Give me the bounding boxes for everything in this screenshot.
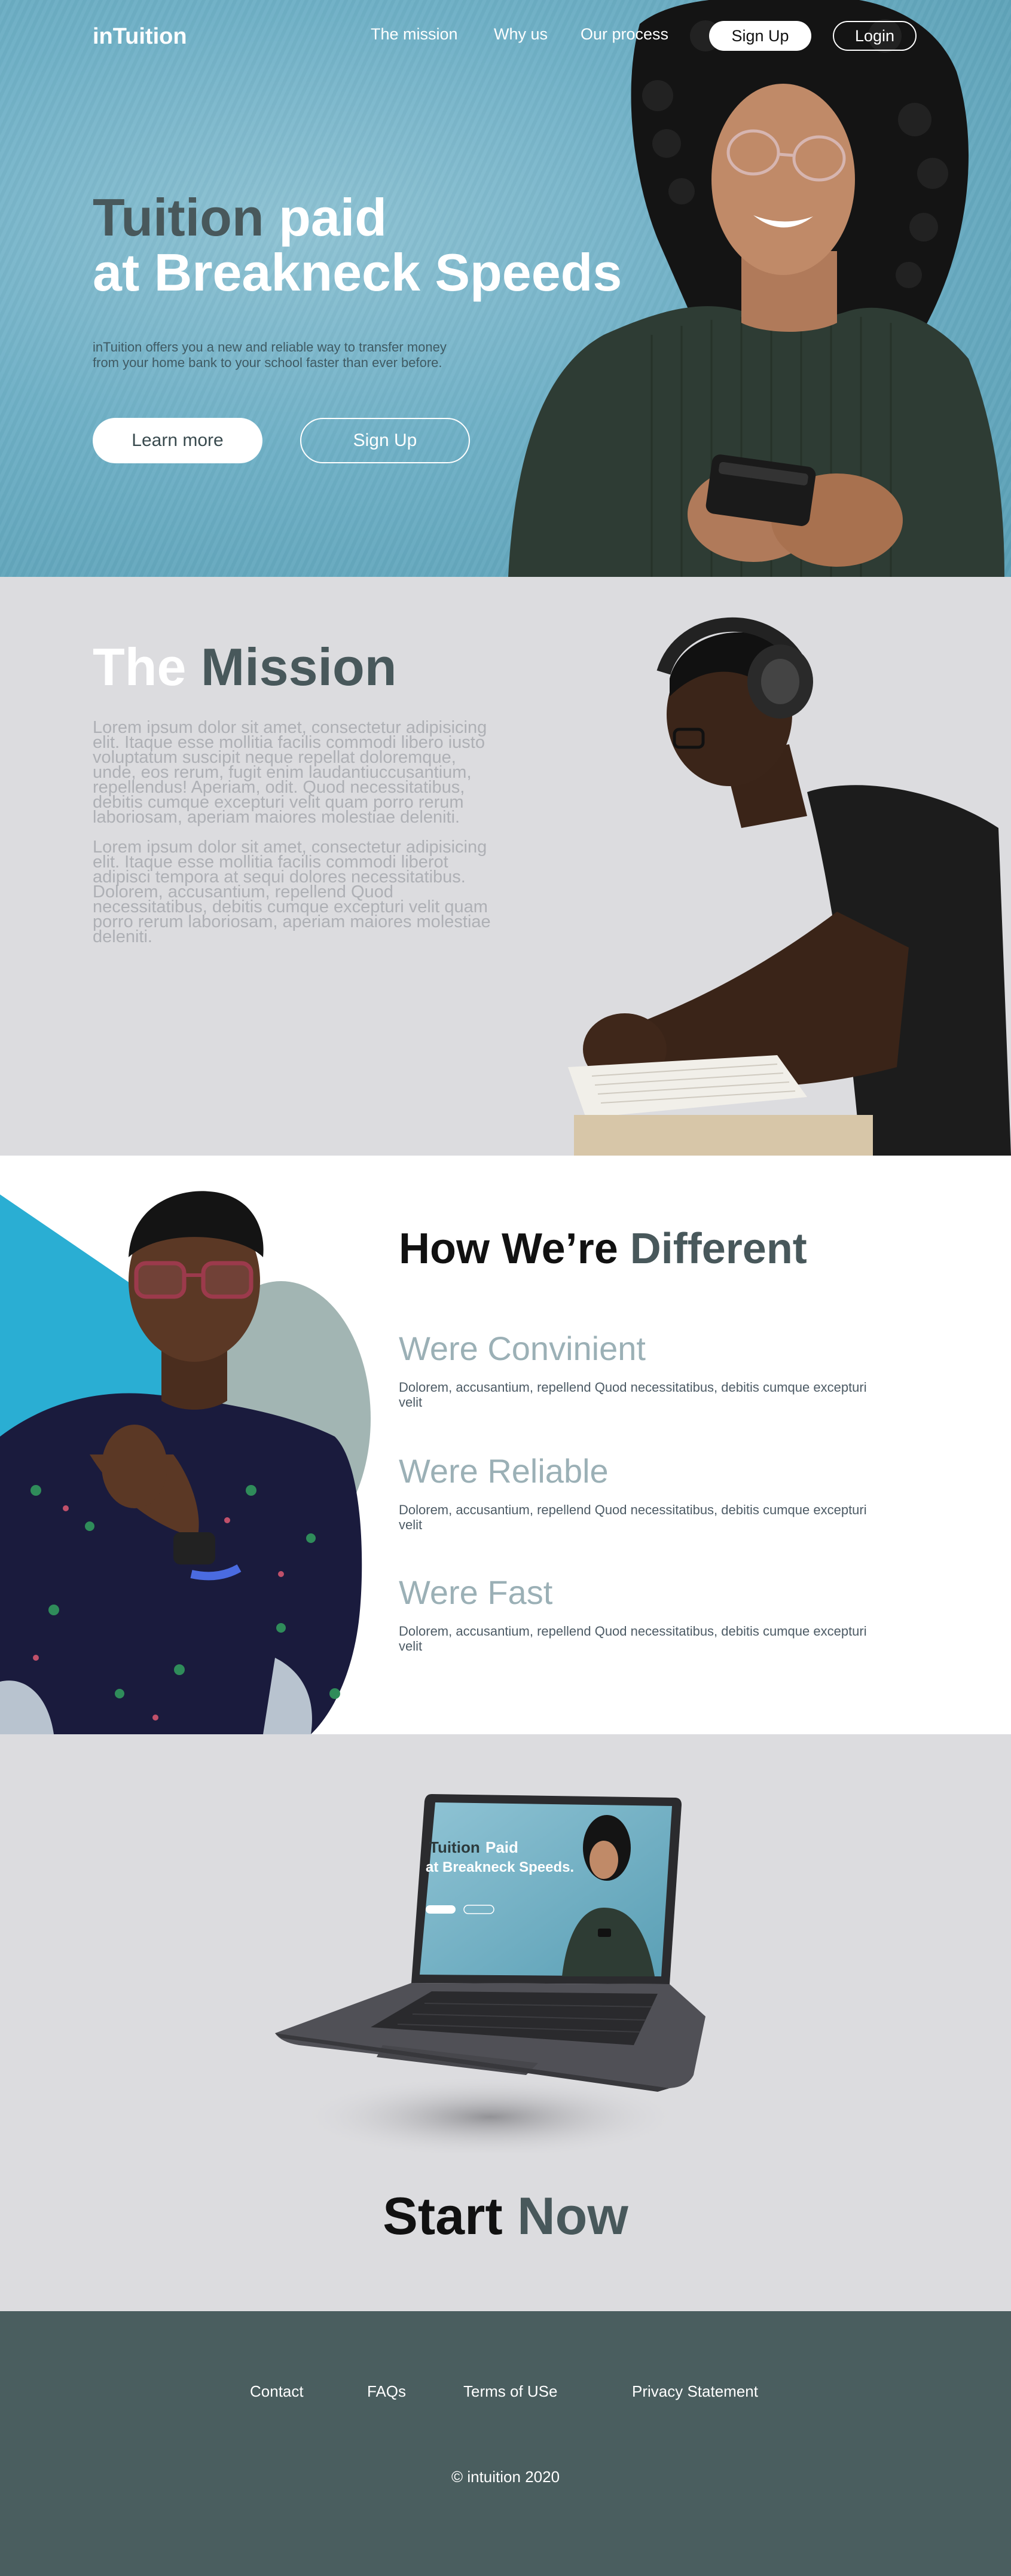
different-section: How We’re Different Were Convinient Dolo… bbox=[0, 1156, 1011, 1734]
hero-subtitle: inTuition offers you a new and reliable … bbox=[93, 340, 447, 370]
mission-title-mission: Mission bbox=[200, 637, 397, 696]
footer-link-contact[interactable]: Contact bbox=[250, 2382, 304, 2401]
header-signup-button[interactable]: Sign Up bbox=[709, 21, 811, 51]
feature-text-fast: Dolorem, accusantium, repellend Quod nec… bbox=[399, 1624, 867, 1654]
mission-section: The Mission Lorem ipsum dolor sit amet, … bbox=[0, 577, 1011, 1156]
nav-link-mission[interactable]: The mission bbox=[371, 25, 458, 44]
mission-man-headphones-photo bbox=[568, 618, 1011, 1156]
feature-title-convenient: Were Convinient bbox=[399, 1330, 646, 1367]
footer: Contact FAQs Terms of USe Privacy Statem… bbox=[0, 2311, 1011, 2576]
hero-title-tuition: Tuition bbox=[93, 188, 264, 247]
different-title: How We’re Different bbox=[399, 1224, 807, 1273]
footer-link-terms[interactable]: Terms of USe bbox=[463, 2382, 558, 2401]
learn-more-button[interactable]: Learn more bbox=[93, 418, 262, 463]
different-man-glasses-photo bbox=[0, 1191, 371, 1734]
start-now-title[interactable]: Start Now bbox=[0, 2186, 1011, 2247]
start-title-dark: Start bbox=[383, 2186, 503, 2245]
different-title-dark: How We’re bbox=[399, 1225, 618, 1273]
mission-paragraph-2: Lorem ipsum dolor sit amet, consectetur … bbox=[93, 838, 491, 946]
start-title-accent: Now bbox=[517, 2186, 628, 2245]
feature-text-reliable: Dolorem, accusantium, repellend Quod nec… bbox=[399, 1502, 867, 1532]
footer-link-privacy[interactable]: Privacy Statement bbox=[632, 2382, 758, 2401]
mission-title: The Mission bbox=[93, 637, 397, 698]
feature-title-fast: Were Fast bbox=[399, 1573, 553, 1611]
laptop-screen-title-line2: at Breakneck Speeds. bbox=[426, 1859, 574, 1875]
footer-link-faqs[interactable]: FAQs bbox=[367, 2382, 406, 2401]
laptop-screen-title-tuition: Tuition bbox=[429, 1838, 480, 1856]
hero-title: Tuition paid at Breakneck Speeds bbox=[93, 190, 622, 300]
start-now-section: Tuition Paid at Breakneck Speeds. Start … bbox=[0, 1734, 1011, 2311]
hero-title-line2: at Breakneck Speeds bbox=[93, 243, 622, 302]
nav-link-our-process[interactable]: Our process bbox=[581, 25, 668, 44]
laptop-mockup: Tuition Paid at Breakneck Speeds. bbox=[275, 1794, 705, 2153]
mission-paragraph-1: Lorem ipsum dolor sit amet, consectetur … bbox=[93, 718, 487, 827]
hero-title-paid: paid bbox=[279, 188, 387, 247]
nav-link-why-us[interactable]: Why us bbox=[494, 25, 548, 44]
header-login-button[interactable]: Login bbox=[833, 21, 917, 51]
hero-signup-button[interactable]: Sign Up bbox=[300, 418, 470, 463]
hero-section: inTuition The mission Why us Our process… bbox=[0, 0, 1011, 577]
feature-text-convenient: Dolorem, accusantium, repellend Quod nec… bbox=[399, 1380, 867, 1410]
laptop-screen-title-paid: Paid bbox=[485, 1838, 518, 1856]
feature-title-reliable: Were Reliable bbox=[399, 1452, 609, 1490]
footer-copyright: © intuition 2020 bbox=[451, 2468, 560, 2486]
logo[interactable]: inTuition bbox=[93, 24, 187, 50]
different-title-accent: Different bbox=[630, 1225, 807, 1273]
mission-title-the: The bbox=[93, 637, 187, 696]
